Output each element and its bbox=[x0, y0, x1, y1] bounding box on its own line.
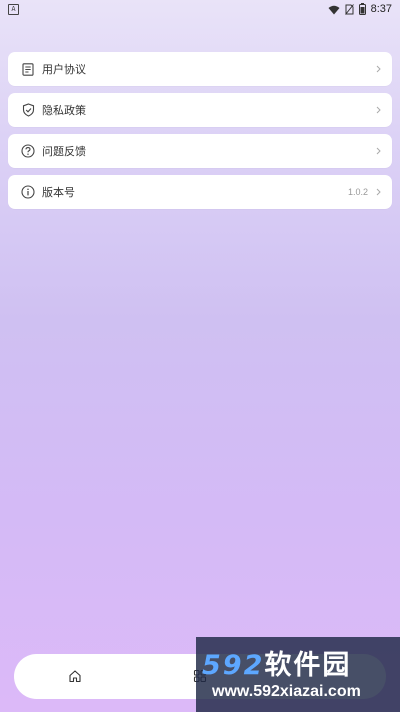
chevron-right-icon bbox=[374, 146, 382, 156]
menu-item-version[interactable]: 版本号 1.0.2 bbox=[8, 175, 392, 209]
menu-item-privacy-policy[interactable]: 隐私政策 bbox=[8, 93, 392, 127]
sim-disabled-icon bbox=[344, 0, 354, 19]
chevron-right-icon bbox=[374, 187, 382, 197]
version-value: 1.0.2 bbox=[347, 187, 368, 197]
menu-item-user-agreement[interactable]: 用户协议 bbox=[8, 52, 392, 86]
watermark-brand-text: 软件园 bbox=[264, 650, 352, 681]
notification-a-icon: A bbox=[8, 4, 19, 15]
menu-item-label: 版本号 bbox=[42, 186, 75, 199]
menu-item-label: 隐私政策 bbox=[42, 104, 86, 117]
watermark-brand: 592软件园 bbox=[202, 643, 351, 682]
watermark-brand-number: 592 bbox=[202, 650, 265, 681]
status-bar: A 8:37 bbox=[0, 0, 400, 18]
wifi-icon bbox=[328, 0, 340, 19]
menu-item-label: 用户协议 bbox=[42, 63, 86, 76]
question-circle-icon bbox=[20, 143, 36, 159]
shield-check-icon bbox=[20, 102, 36, 118]
chevron-right-icon bbox=[374, 105, 382, 115]
settings-menu: 用户协议 隐私政策 问题反馈 版本号 1.0.2 bbox=[8, 52, 392, 216]
status-icons: 8:37 bbox=[328, 2, 392, 16]
nav-item-home[interactable] bbox=[65, 667, 85, 687]
menu-item-label: 问题反馈 bbox=[42, 145, 86, 158]
chevron-right-icon bbox=[374, 64, 382, 74]
menu-item-feedback[interactable]: 问题反馈 bbox=[8, 134, 392, 168]
info-circle-icon bbox=[20, 184, 36, 200]
site-watermark: 592软件园 www.592xiazai.com bbox=[196, 637, 400, 712]
document-icon bbox=[20, 61, 36, 77]
status-time: 8:37 bbox=[370, 3, 392, 15]
battery-icon bbox=[358, 0, 366, 19]
watermark-url: www.592xiazai.com bbox=[212, 683, 361, 700]
home-icon bbox=[68, 668, 82, 687]
